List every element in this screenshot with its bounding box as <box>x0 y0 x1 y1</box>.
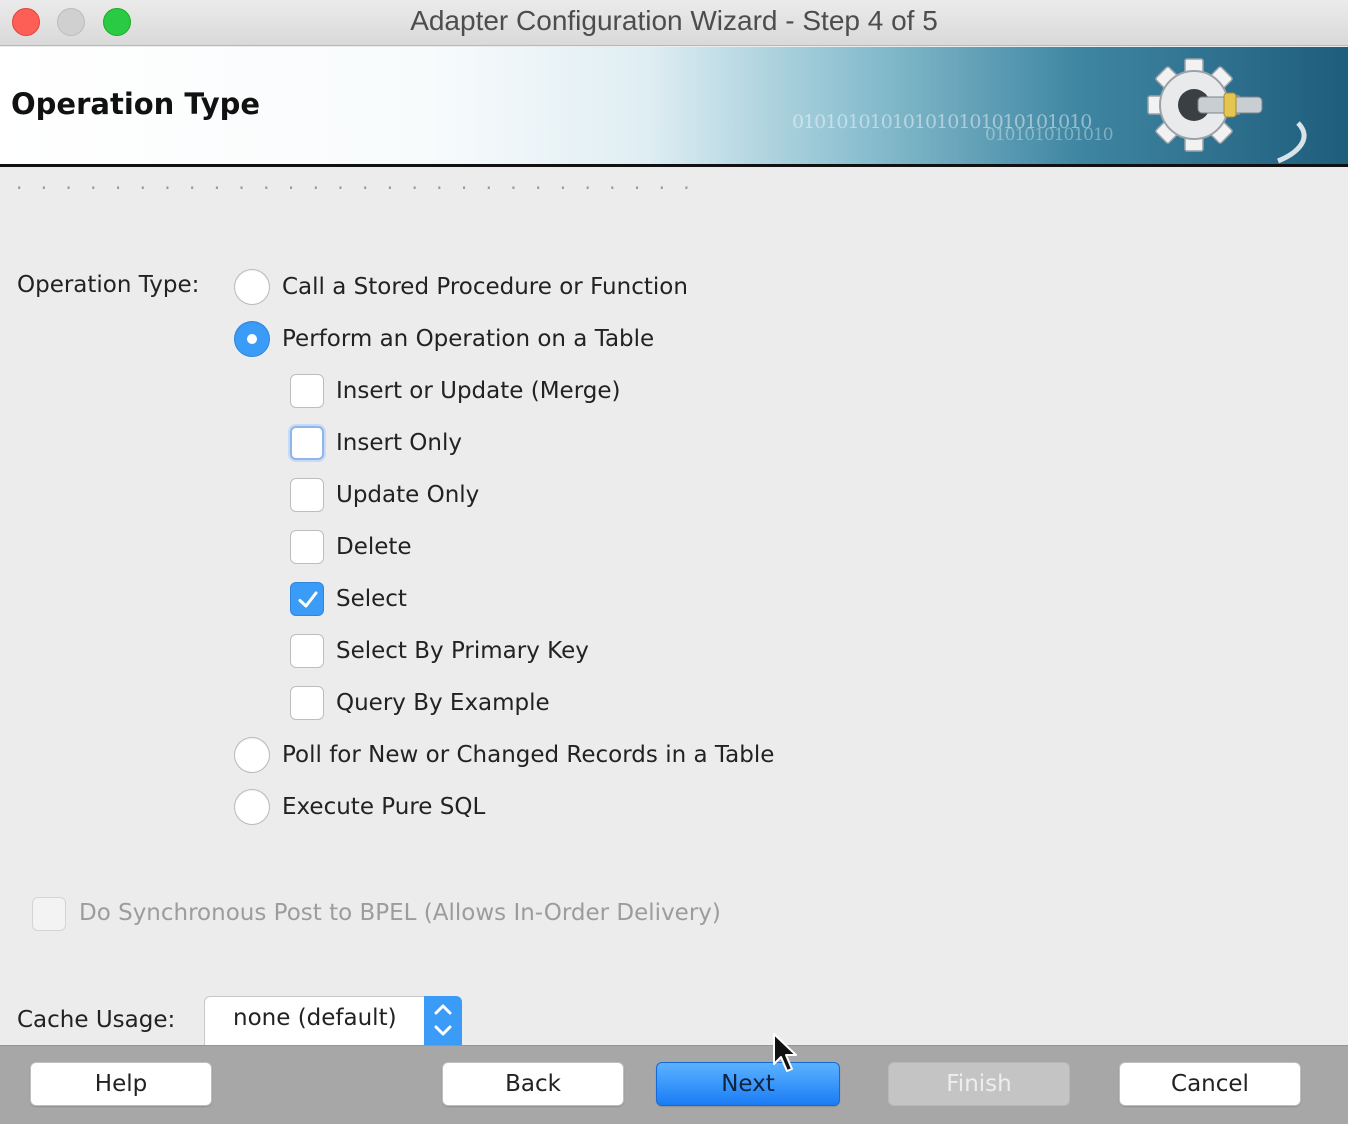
checkbox-select-label[interactable]: Select <box>336 586 407 612</box>
page-title: Operation Type <box>11 87 261 121</box>
checkbox-update-only[interactable] <box>290 478 324 512</box>
checkbox-delete[interactable] <box>290 530 324 564</box>
operation-type-label: Operation Type: <box>17 272 200 298</box>
checkbox-insert-or-update-label[interactable]: Insert or Update (Merge) <box>336 378 620 404</box>
back-button[interactable]: Back <box>442 1062 624 1106</box>
checkbox-select-by-primary-key-label[interactable]: Select By Primary Key <box>336 638 589 664</box>
checkmark-icon <box>298 591 318 608</box>
title-bar: Adapter Configuration Wizard - Step 4 of… <box>0 0 1348 46</box>
wizard-banner: Operation Type 0101010101010101010101010… <box>0 47 1348 167</box>
help-button[interactable]: Help <box>30 1062 212 1106</box>
cancel-button[interactable]: Cancel <box>1119 1062 1301 1106</box>
checkbox-synchronous-post-label: Do Synchronous Post to BPEL (Allows In-O… <box>79 900 721 926</box>
finish-button: Finish <box>888 1062 1070 1106</box>
radio-poll-records-label[interactable]: Poll for New or Changed Records in a Tab… <box>282 742 774 768</box>
checkbox-select[interactable] <box>290 582 324 616</box>
checkbox-select-by-primary-key[interactable] <box>290 634 324 668</box>
radio-table-operation[interactable] <box>234 321 270 357</box>
checkbox-query-by-example-label[interactable]: Query By Example <box>336 690 550 716</box>
checkbox-insert-only-label[interactable]: Insert Only <box>336 430 462 456</box>
cache-usage-value: none (default) <box>233 1005 397 1031</box>
checkbox-delete-label[interactable]: Delete <box>336 534 412 560</box>
checkbox-update-only-label[interactable]: Update Only <box>336 482 479 508</box>
next-button[interactable]: Next <box>656 1062 840 1106</box>
cache-usage-label: Cache Usage: <box>17 1007 176 1033</box>
checkbox-query-by-example[interactable] <box>290 686 324 720</box>
select-stepper-icon[interactable] <box>424 996 462 1052</box>
checkbox-insert-or-update[interactable] <box>290 374 324 408</box>
checkbox-insert-only[interactable] <box>290 426 324 460</box>
chevron-up-down-icon <box>434 1004 452 1036</box>
radio-stored-procedure-label[interactable]: Call a Stored Procedure or Function <box>282 274 688 300</box>
instruction-text: . . . . . . . . . . . . . . . . . . . . … <box>16 180 836 190</box>
window-title: Adapter Configuration Wizard - Step 4 of… <box>410 5 938 36</box>
button-bar: Help Back Next Finish Cancel <box>0 1045 1348 1124</box>
cache-usage-select[interactable]: none (default) <box>204 996 462 1052</box>
radio-execute-pure-sql-label[interactable]: Execute Pure SQL <box>282 794 485 820</box>
radio-table-operation-label[interactable]: Perform an Operation on a Table <box>282 326 654 352</box>
radio-execute-pure-sql[interactable] <box>234 789 270 825</box>
gear-plug-icon <box>1147 58 1307 164</box>
banner-binary-text-2: 0101010101010 <box>985 125 1114 145</box>
radio-stored-procedure[interactable] <box>234 269 270 305</box>
mouse-cursor-icon <box>773 1033 797 1072</box>
checkbox-synchronous-post <box>32 897 66 931</box>
radio-poll-records[interactable] <box>234 737 270 773</box>
